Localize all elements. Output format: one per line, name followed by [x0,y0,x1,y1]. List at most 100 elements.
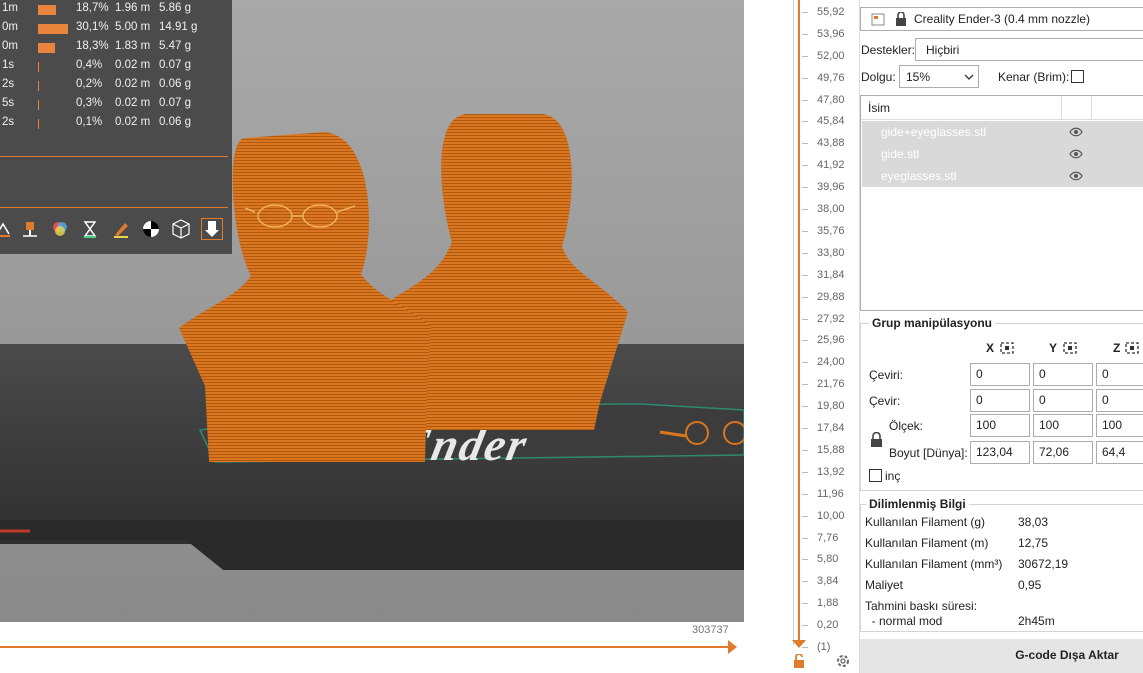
eye-icon[interactable] [1069,171,1083,181]
layer-tick-label: 45,84 [817,115,845,127]
layer-tick-mark [802,143,808,144]
layer-tick-mark [802,121,808,122]
drop-to-bed-icon[interactable] [1125,342,1139,354]
contrast-icon[interactable] [140,218,162,240]
eye-icon[interactable] [1069,127,1083,137]
normal-mode-value: 2h45m [1018,614,1055,628]
printer-selector[interactable]: Creality Ender-3 (0.4 mm nozzle) [860,7,1143,31]
export-down-icon[interactable] [201,218,223,240]
rotate-z-field[interactable]: 0 [1096,389,1143,412]
infill-label: Dolgu: [861,70,896,84]
layer-tick-mark [802,603,808,604]
layers-icon[interactable] [0,218,14,240]
translate-z-field[interactable]: 0 [1096,363,1143,386]
scale-x-field[interactable]: 100 [970,414,1030,437]
size-x-field[interactable]: 123,04 [970,441,1030,464]
layer-tick-mark [802,340,808,341]
rotate-y-field[interactable]: 0 [1033,389,1093,412]
layer-tick-label: 49,76 [817,72,845,84]
extruder-icon[interactable] [19,218,41,240]
layer-tick-label: 24,00 [817,356,845,368]
eye-icon[interactable] [1069,149,1083,159]
filament-m-label: Kullanılan Filament (m) [865,536,989,550]
layer-tick-mark [802,319,808,320]
object-list[interactable]: İsim gide+eyeglasses.stl gide.stl eyegla… [860,95,1143,311]
list-item[interactable]: gide+eyeglasses.stl [862,121,1143,143]
cube-wireframe-icon[interactable] [170,218,192,240]
layer-tick-label: 25,96 [817,334,845,346]
legend-row: 2s 0,2% 0.02 m 0.06 g [2,78,191,91]
layer-tick-mark [802,559,808,560]
horizontal-slider-handle[interactable] [728,640,737,654]
legend-row: 0m 30,1% 5.00 m 14.91 g [2,21,198,34]
scale-y-field[interactable]: 100 [1033,414,1093,437]
layer-slider[interactable]: 55,92 53,96 52,00 49,76 47,80 45,84 43,88 41,92… [744,0,859,673]
lock-icon [896,12,906,26]
layer-tick-mark [802,231,808,232]
translate-y-field[interactable]: 0 [1033,363,1093,386]
filament-mm3-value: 30672,19 [1018,557,1069,571]
printer-name: Creality Ender-3 (0.4 mm nozzle) [914,12,1091,26]
color-icon[interactable] [49,218,71,240]
drop-to-bed-icon[interactable] [1063,342,1077,354]
hourglass-icon[interactable] [79,218,101,240]
lock-icon[interactable] [793,654,805,668]
gcode-legend: 1m 18,7% 1.96 m 5.86 g 0m 30,1% 5.00 m 1… [0,0,232,254]
object-list-header: İsim [861,96,1143,120]
legend-divider [0,156,228,157]
list-item[interactable]: gide.stl [862,143,1143,165]
layer-tick-label: 19,80 [817,400,845,412]
normal-mode-label: - normal mod [865,614,943,628]
drop-to-bed-icon[interactable] [1000,342,1014,354]
layer-tick-mark [802,472,808,473]
layer-tick-mark [802,384,808,385]
layer-tick-label: 35,76 [817,225,845,237]
filament-mm3-label: Kullanılan Filament (mm³) [865,557,1003,571]
inch-checkbox[interactable] [869,469,882,482]
layer-tick-mark [802,78,808,79]
translate-x-field[interactable]: 0 [970,363,1030,386]
layer-tick-label: 0,20 [817,619,839,631]
layer-tick-mark [802,209,808,210]
pen-icon[interactable] [110,218,132,240]
layer-tick-label: (1) [817,641,831,653]
horizontal-slider[interactable] [0,646,732,648]
infill-select[interactable]: 15% [899,65,979,88]
layer-tick-mark [802,12,808,13]
chevron-down-icon [964,74,974,80]
layer-tick-label: 3,84 [817,575,839,587]
layer-tick-label: 33,80 [817,247,845,259]
filament-g-value: 38,03 [1018,515,1049,529]
3d-viewport[interactable]: Ender 1m 18,7% 1.96 m 5.86 g 0m 30,1% 5.… [0,0,744,622]
layer-tick-mark [802,275,808,276]
layer-tick-mark [802,450,808,451]
layer-tick-mark [802,538,808,539]
size-z-field[interactable]: 64,4 [1096,441,1143,464]
group-manipulation-title: Grup manipülasyonu [869,316,996,330]
rotate-label: Çevir: [869,394,901,408]
supports-select[interactable]: Hiçbiri [915,38,1143,61]
name-column-header[interactable]: İsim [868,101,890,115]
legend-row: 1s 0,4% 0.02 m 0.07 g [2,59,191,72]
settings-panel: Creality Ender-3 (0.4 mm nozzle) Destekl… [859,0,1143,673]
layer-tick-label: 27,92 [817,313,845,325]
legend-row: 0m 18,3% 1.83 m 5.47 g [2,40,191,53]
size-label: Boyut [Dünya]: [889,446,968,460]
scale-z-field[interactable]: 100 [1096,414,1143,437]
rotate-x-field[interactable]: 0 [970,389,1030,412]
layer-slider-track[interactable] [798,0,800,640]
size-y-field[interactable]: 72,06 [1033,441,1093,464]
lock-icon[interactable] [870,432,883,447]
layer-tick-mark [802,165,808,166]
layer-tick-label: 17,84 [817,422,845,434]
gear-icon[interactable] [836,654,850,668]
layer-tick-label: 47,80 [817,94,845,106]
brim-checkbox[interactable] [1071,70,1084,83]
layer-tick-label: 15,88 [817,444,845,456]
export-gcode-button[interactable]: G-code Dışa Aktar [860,639,1143,673]
layer-slider-handle[interactable] [792,640,806,648]
brim-label: Kenar (Brim): [998,70,1070,84]
layer-tick-mark [802,253,808,254]
layer-tick-mark [802,428,808,429]
list-item[interactable]: eyeglasses.stl [862,165,1143,187]
